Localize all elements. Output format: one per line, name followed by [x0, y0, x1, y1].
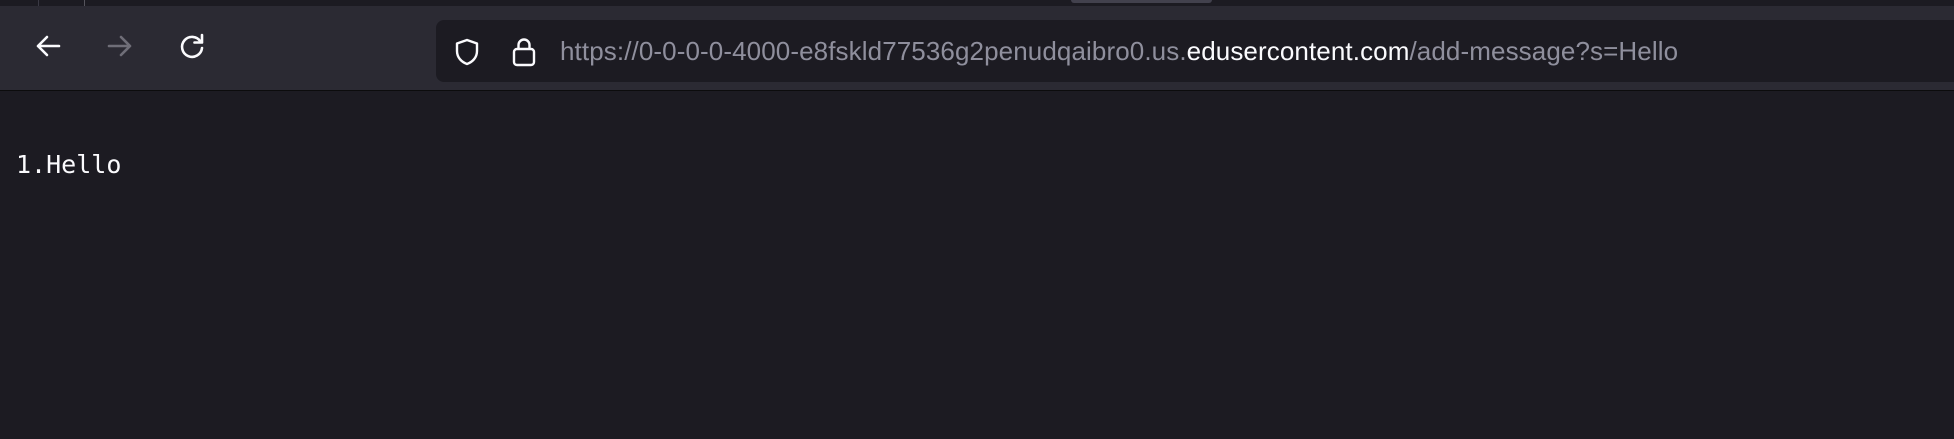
message-text: Hello: [46, 150, 122, 179]
back-button[interactable]: [26, 24, 70, 68]
active-tab-edge[interactable]: [1071, 0, 1212, 3]
browser-window: https://0-0-0-0-4000-e8fskld77536g2penud…: [0, 0, 1954, 439]
forward-button[interactable]: [98, 24, 142, 68]
list-item: 1.Hello: [16, 150, 121, 179]
reload-icon: [180, 33, 204, 59]
url-text[interactable]: https://0-0-0-0-4000-e8fskld77536g2penud…: [560, 20, 1678, 82]
url-prefix: https://0-0-0-0-4000-e8fskld77536g2penud…: [560, 36, 1187, 66]
lock-icon[interactable]: [510, 36, 538, 68]
reload-button[interactable]: [170, 24, 214, 68]
page-content: 1.Hello: [0, 91, 1954, 439]
arrow-right-icon: [107, 35, 132, 57]
url-path: /add-message?s=Hello: [1409, 36, 1679, 66]
url-bar[interactable]: https://0-0-0-0-4000-e8fskld77536g2penud…: [436, 20, 1954, 82]
arrow-left-icon: [36, 35, 61, 57]
message-number: 1.: [16, 150, 47, 179]
url-domain: edusercontent.com: [1186, 36, 1410, 66]
navigation-toolbar: https://0-0-0-0-4000-e8fskld77536g2penud…: [0, 6, 1954, 91]
shield-icon[interactable]: [452, 37, 482, 67]
